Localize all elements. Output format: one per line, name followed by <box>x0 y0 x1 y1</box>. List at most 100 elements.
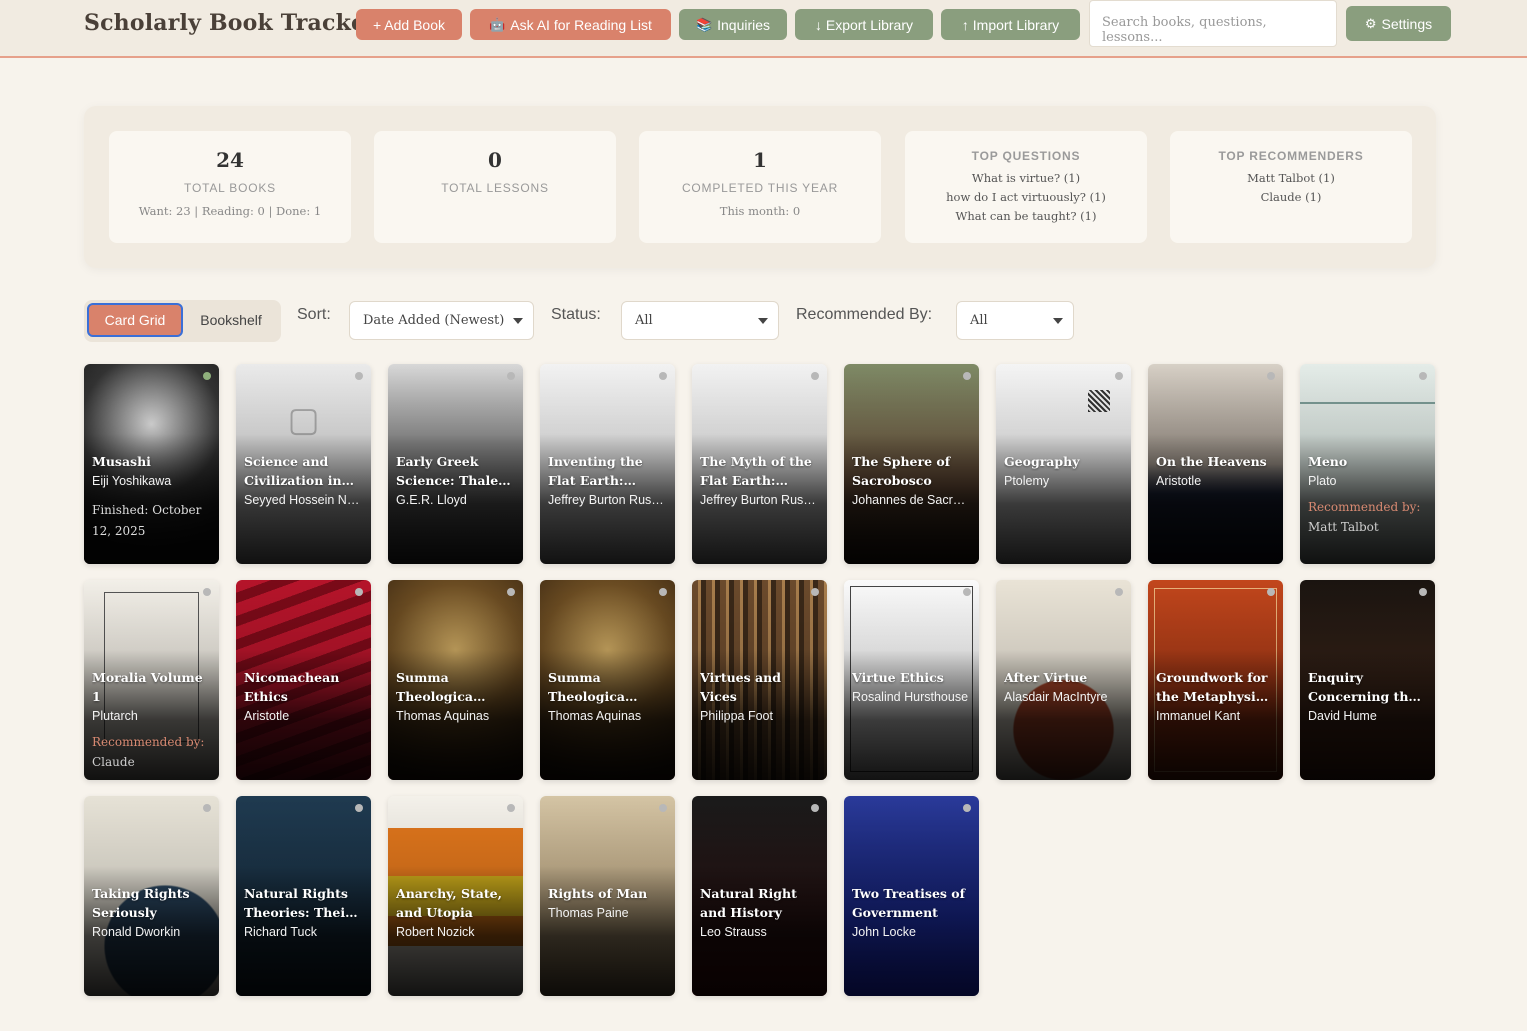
book-card[interactable]: Inventing the Flat Earth: Columbus and M… <box>540 364 675 564</box>
books-icon: 📚 <box>695 16 713 32</box>
settings-label: Settings <box>1381 15 1433 32</box>
book-title: Rights of Man <box>548 886 648 901</box>
gear-icon: ⚙ <box>1364 15 1377 31</box>
recommended-by-select[interactable]: All <box>956 301 1074 340</box>
stat-top-recommenders: Top Recommenders Matt Talbot (1) Claude … <box>1170 131 1412 243</box>
status-dot <box>963 588 971 596</box>
book-title: Early Greek Science: Thales to Aristotle <box>396 454 506 488</box>
ask-ai-label: Ask AI for Reading List <box>510 16 652 33</box>
status-dot <box>659 372 667 380</box>
inquiries-button[interactable]: 📚 Inquiries <box>679 9 787 40</box>
book-card[interactable]: On the Heavens Aristotle <box>1148 364 1283 564</box>
book-card[interactable]: Musashi Eiji Yoshikawa Finished: October… <box>84 364 219 564</box>
book-title: Enquiry Concerning the Principles of Mor… <box>1308 670 1417 704</box>
book-title: After Virtue <box>1004 670 1088 685</box>
book-author: Immanuel Kant <box>1156 709 1241 723</box>
book-card[interactable]: The Myth of the Flat Earth: Studies in H… <box>692 364 827 564</box>
stat-value: 24 <box>216 148 244 172</box>
book-author: Aristotle <box>244 709 290 723</box>
book-author: Jeffrey Burton Russell <box>700 493 819 507</box>
book-author: David Hume <box>1308 709 1377 723</box>
status-dot <box>507 372 515 380</box>
book-card[interactable]: Anarchy, State, and Utopia Robert Nozick <box>388 796 523 996</box>
book-author: Philippa Foot <box>700 709 773 723</box>
status-dot <box>1115 588 1123 596</box>
sort-label: Sort: <box>297 306 331 323</box>
status-select[interactable]: All <box>621 301 779 340</box>
status-dot <box>507 588 515 596</box>
book-card[interactable]: Early Greek Science: Thales to Aristotle… <box>388 364 523 564</box>
sort-select[interactable]: Date Added (Newest) <box>349 301 534 340</box>
stats-panel: 24 Total Books Want: 23 | Reading: 0 | D… <box>84 106 1436 268</box>
recommended-by-label: Recommended by: <box>1308 500 1421 514</box>
book-title: The Sphere of Sacrobosco <box>852 454 951 488</box>
status-dot <box>811 804 819 812</box>
stat-label: Completed This Year <box>681 181 839 195</box>
book-title: Taking Rights Seriously <box>92 886 190 920</box>
book-author: Robert Nozick <box>396 925 475 939</box>
recommender-name: Matt Talbot <box>1308 520 1379 534</box>
book-card[interactable]: The Sphere of Sacrobosco Johannes de Sac… <box>844 364 979 564</box>
status-label: Status: <box>551 306 601 323</box>
app-header: Scholarly Book Tracker + Add Book 🤖 Ask A… <box>0 0 1527 58</box>
recommended-by-label: Recommended By: <box>796 306 933 323</box>
book-card[interactable]: Moralia Volume 1 Plutarch Recommended by… <box>84 580 219 780</box>
book-author: Alasdair MacIntyre <box>1004 690 1108 704</box>
book-card[interactable]: Virtue Ethics Rosalind Hursthouse <box>844 580 979 780</box>
export-library-button[interactable]: ↓ Export Library <box>795 9 933 40</box>
book-title: Nicomachean Ethics <box>244 670 340 704</box>
sort-value: Date Added (Newest) <box>363 313 505 328</box>
book-card[interactable]: Summa Theologica (Prima Secundae) Thomas… <box>540 580 675 780</box>
status-dot <box>963 804 971 812</box>
book-card[interactable]: Enquiry Concerning the Principles of Mor… <box>1300 580 1435 780</box>
book-title: Summa Theologica (Secunda Secundae) <box>396 670 473 704</box>
book-author: Ronald Dworkin <box>92 925 181 939</box>
ask-ai-button[interactable]: 🤖 Ask AI for Reading List <box>470 9 671 40</box>
book-card[interactable]: Taking Rights Seriously Ronald Dworkin <box>84 796 219 996</box>
export-label: ↓ Export Library <box>814 16 914 33</box>
book-author: Seyyed Hossein Nasr <box>244 493 363 507</box>
book-card[interactable]: After Virtue Alasdair MacIntyre <box>996 580 1131 780</box>
bookshelf-button[interactable]: Bookshelf <box>186 303 276 337</box>
book-card[interactable]: Virtues and Vices Philippa Foot <box>692 580 827 780</box>
stat-value: 1 <box>753 148 767 172</box>
book-card[interactable]: Natural Rights Theories: Their Origin an… <box>236 796 371 996</box>
book-author: G.E.R. Lloyd <box>396 493 467 507</box>
stat-label: Total Lessons <box>441 181 549 195</box>
add-book-label: + Add Book <box>372 16 445 33</box>
status-dot <box>659 588 667 596</box>
book-card[interactable]: Meno Plato Recommended by: Matt Talbot <box>1300 364 1435 564</box>
book-card[interactable]: Summa Theologica (Secunda Secundae) Thom… <box>388 580 523 780</box>
book-title: Summa Theologica (Prima Secundae) <box>548 670 625 704</box>
status-dot <box>659 804 667 812</box>
import-label: ↑ Import Library <box>961 16 1060 33</box>
book-card[interactable]: Nicomachean Ethics Aristotle <box>236 580 371 780</box>
book-author: Plato <box>1308 474 1337 488</box>
add-book-button[interactable]: + Add Book <box>356 9 462 40</box>
import-library-button[interactable]: ↑ Import Library <box>941 9 1080 40</box>
book-card[interactable]: Geography Ptolemy <box>996 364 1131 564</box>
book-card[interactable]: Groundwork for the Metaphysics of Morals… <box>1148 580 1283 780</box>
book-title: Geography <box>1004 454 1080 469</box>
chevron-down-icon <box>1053 318 1063 324</box>
card-grid-button[interactable]: Card Grid <box>87 303 183 337</box>
book-card[interactable]: Two Treatises of Government John Locke <box>844 796 979 996</box>
book-author: Johannes de Sacrobosco <box>852 493 971 507</box>
book-author: Thomas Aquinas <box>396 709 490 723</box>
book-author: Eiji Yoshikawa <box>92 474 172 488</box>
book-card[interactable]: ▢ Science and Civilization in Islam Seyy… <box>236 364 371 564</box>
book-author: Plutarch <box>92 709 138 723</box>
status-dot <box>355 804 363 812</box>
book-card[interactable]: Rights of Man Thomas Paine <box>540 796 675 996</box>
book-title: Anarchy, State, and Utopia <box>396 886 502 920</box>
search-input[interactable]: Search books, questions, lessons... <box>1089 0 1337 47</box>
book-title: Moralia Volume 1 <box>92 670 203 704</box>
status-dot <box>963 372 971 380</box>
book-card[interactable]: Natural Right and History Leo Strauss <box>692 796 827 996</box>
status-dot <box>1419 372 1427 380</box>
stat-label: Total Books <box>184 181 276 195</box>
book-author: Rosalind Hursthouse <box>852 690 969 704</box>
settings-button[interactable]: ⚙ Settings <box>1346 6 1451 41</box>
stat-completed: 1 Completed This Year This month: 0 <box>639 131 881 243</box>
status-dot <box>811 372 819 380</box>
